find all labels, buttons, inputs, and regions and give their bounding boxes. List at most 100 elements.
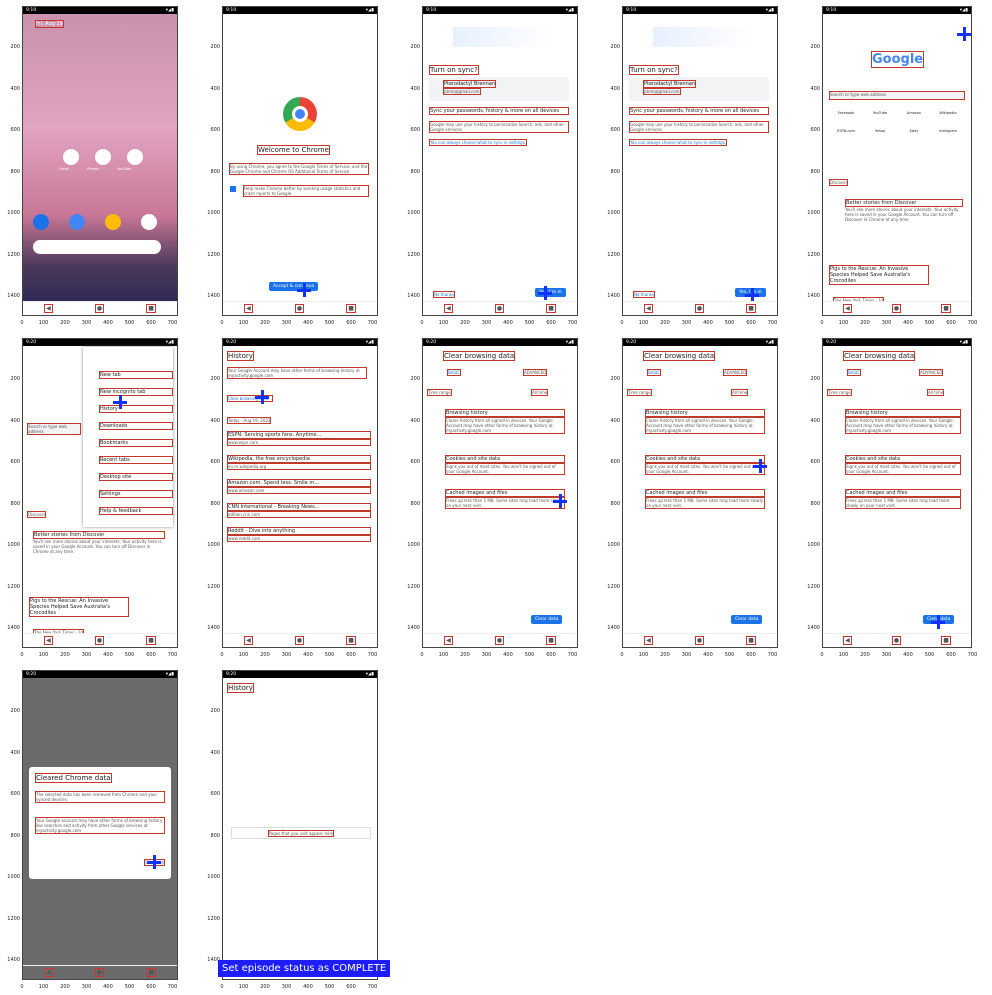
shortcut-item[interactable]: Facebook: [829, 111, 863, 115]
list-item[interactable]: CNN International - Breaking News... edit…: [227, 503, 371, 518]
usage-checkbox[interactable]: [230, 186, 236, 192]
back-icon[interactable]: ◀: [644, 304, 653, 313]
home-icon[interactable]: ●: [494, 304, 505, 313]
search-input[interactable]: Search or type web address: [829, 91, 965, 100]
list-item[interactable]: Cookies and site data Signs you out of mo…: [645, 455, 765, 475]
shortcut-item[interactable]: YouTube: [863, 111, 897, 115]
tab-basic[interactable]: BASIC: [847, 369, 861, 376]
y-tick: 1200: [7, 583, 20, 590]
menu-item[interactable]: Help & feedback: [99, 507, 173, 515]
time-range-select[interactable]: All time: [927, 389, 945, 396]
news-headline[interactable]: Pigs to the Rescue: An Invasive Species …: [829, 265, 929, 285]
back-icon[interactable]: ◀: [244, 304, 253, 313]
clear-data-button[interactable]: Clear data: [731, 615, 763, 624]
list-item[interactable]: Cached images and files Frees up less tha…: [845, 489, 961, 509]
photos-icon[interactable]: [95, 149, 111, 165]
list-item[interactable]: Wikipedia, the free encyclopedia en.m.wik…: [227, 455, 371, 470]
usage-checkbox-label[interactable]: Help make Chrome better by sending usage…: [243, 185, 369, 197]
menu-item[interactable]: History: [99, 405, 173, 413]
shortcut-item[interactable]: Yahoo: [863, 129, 897, 133]
news-headline[interactable]: Pigs to the Rescue: An Invasive Species …: [29, 597, 129, 617]
home-icon[interactable]: ●: [694, 636, 705, 645]
recents-icon[interactable]: ■: [746, 636, 756, 645]
menu-item[interactable]: Recent tabs: [99, 456, 173, 464]
no-thanks-button[interactable]: No thanks: [433, 291, 456, 298]
recents-icon[interactable]: ■: [346, 636, 356, 645]
list-item[interactable]: ESPN: Serving sports fans. Anytime... www…: [227, 431, 371, 446]
no-thanks-button[interactable]: No thanks: [633, 291, 656, 298]
back-icon[interactable]: ◀: [644, 636, 653, 645]
youtube-icon[interactable]: [127, 149, 143, 165]
recents-icon[interactable]: ■: [146, 968, 156, 977]
home-icon[interactable]: ●: [94, 304, 105, 313]
page-title: Clear browsing data: [443, 351, 516, 361]
menu-item[interactable]: Settings: [99, 490, 173, 498]
list-item[interactable]: Browsing history Clears history from all …: [645, 409, 765, 434]
home-icon[interactable]: ●: [94, 636, 105, 645]
search-input[interactable]: Search or type web address: [27, 423, 81, 435]
menu-item[interactable]: New incognito tab: [99, 388, 173, 396]
recents-icon[interactable]: ■: [546, 304, 556, 313]
back-icon[interactable]: ◀: [244, 636, 253, 645]
list-item[interactable]: Cookies and site data Signs you out of mo…: [845, 455, 961, 475]
back-icon[interactable]: ◀: [44, 304, 53, 313]
shortcut-item[interactable]: Ebay: [897, 129, 931, 133]
shortcut-item[interactable]: ESPN.com: [829, 129, 863, 133]
clear-data-button[interactable]: Clear data: [531, 615, 563, 624]
account-card[interactable]: Pterodactyl Brennan ptero@gmail.com: [429, 77, 569, 101]
tab-advanced[interactable]: ADVANCED: [723, 369, 748, 376]
account-card[interactable]: Pterodactyl Brennan ptero@gmail.com: [629, 77, 769, 101]
tab-advanced[interactable]: ADVANCED: [919, 369, 944, 376]
list-item[interactable]: Cached images and files Frees up less tha…: [645, 489, 765, 509]
shortcut-item[interactable]: Wikipedia: [931, 111, 965, 115]
recents-icon[interactable]: ■: [941, 636, 951, 645]
home-icon[interactable]: ●: [694, 304, 705, 313]
recents-icon[interactable]: ■: [346, 304, 356, 313]
sync-settings-link[interactable]: You can always choose what to sync in se…: [429, 139, 528, 146]
list-item[interactable]: Reddit - Dive into anything www.reddit.co…: [227, 527, 371, 542]
chrome-icon[interactable]: [105, 214, 121, 230]
menu-item[interactable]: Bookmarks: [99, 439, 173, 447]
recents-icon[interactable]: ■: [746, 304, 756, 313]
back-icon[interactable]: ◀: [44, 636, 53, 645]
menu-item[interactable]: Desktop site: [99, 473, 173, 481]
shortcut-item[interactable]: Instagram: [931, 129, 965, 133]
tab-basic[interactable]: BASIC: [447, 369, 461, 376]
menu-item[interactable]: New tab: [99, 371, 173, 379]
home-icon[interactable]: ●: [891, 636, 902, 645]
tab-advanced[interactable]: ADVANCED: [523, 369, 548, 376]
back-icon[interactable]: ◀: [444, 304, 453, 313]
phone-icon[interactable]: [33, 214, 49, 230]
y-tick: 600: [210, 459, 220, 465]
recents-icon[interactable]: ■: [546, 636, 556, 645]
home-icon[interactable]: ●: [294, 304, 305, 313]
list-item[interactable]: Cached images and files Frees up less tha…: [445, 489, 565, 509]
search-bar[interactable]: [33, 240, 161, 254]
back-icon[interactable]: ◀: [843, 304, 852, 313]
menu-item[interactable]: Downloads: [99, 422, 173, 430]
home-icon[interactable]: ●: [891, 304, 902, 313]
recents-icon[interactable]: ■: [146, 304, 156, 313]
recents-icon[interactable]: ■: [941, 304, 951, 313]
shortcut-item[interactable]: Amazon: [897, 111, 931, 115]
list-item[interactable]: Browsing history Clears history from all …: [845, 409, 961, 434]
tab-basic[interactable]: BASIC: [647, 369, 661, 376]
home-icon[interactable]: ●: [294, 636, 305, 645]
back-icon[interactable]: ◀: [44, 968, 53, 977]
time-range-select[interactable]: All time: [531, 389, 549, 396]
back-icon[interactable]: ◀: [444, 636, 453, 645]
play-store-icon[interactable]: [141, 214, 157, 230]
list-item[interactable]: Amazon.com. Spend less. Smile m... www.am…: [227, 479, 371, 494]
sync-settings-link[interactable]: You can always choose what to sync in se…: [629, 139, 728, 146]
messages-icon[interactable]: [69, 214, 85, 230]
time-range-select[interactable]: All time: [731, 389, 749, 396]
gmail-icon[interactable]: [63, 149, 79, 165]
click-marker: [745, 288, 759, 302]
recents-icon[interactable]: ■: [146, 636, 156, 645]
back-icon[interactable]: ◀: [843, 636, 852, 645]
list-item[interactable]: Browsing history Clears history from all …: [445, 409, 565, 434]
list-item[interactable]: Cookies and site data Signs you out of mo…: [445, 455, 565, 475]
home-icon[interactable]: ●: [94, 968, 105, 977]
y-axis: 200 400 600 800 1000 1200 1400: [200, 0, 222, 330]
home-icon[interactable]: ●: [494, 636, 505, 645]
